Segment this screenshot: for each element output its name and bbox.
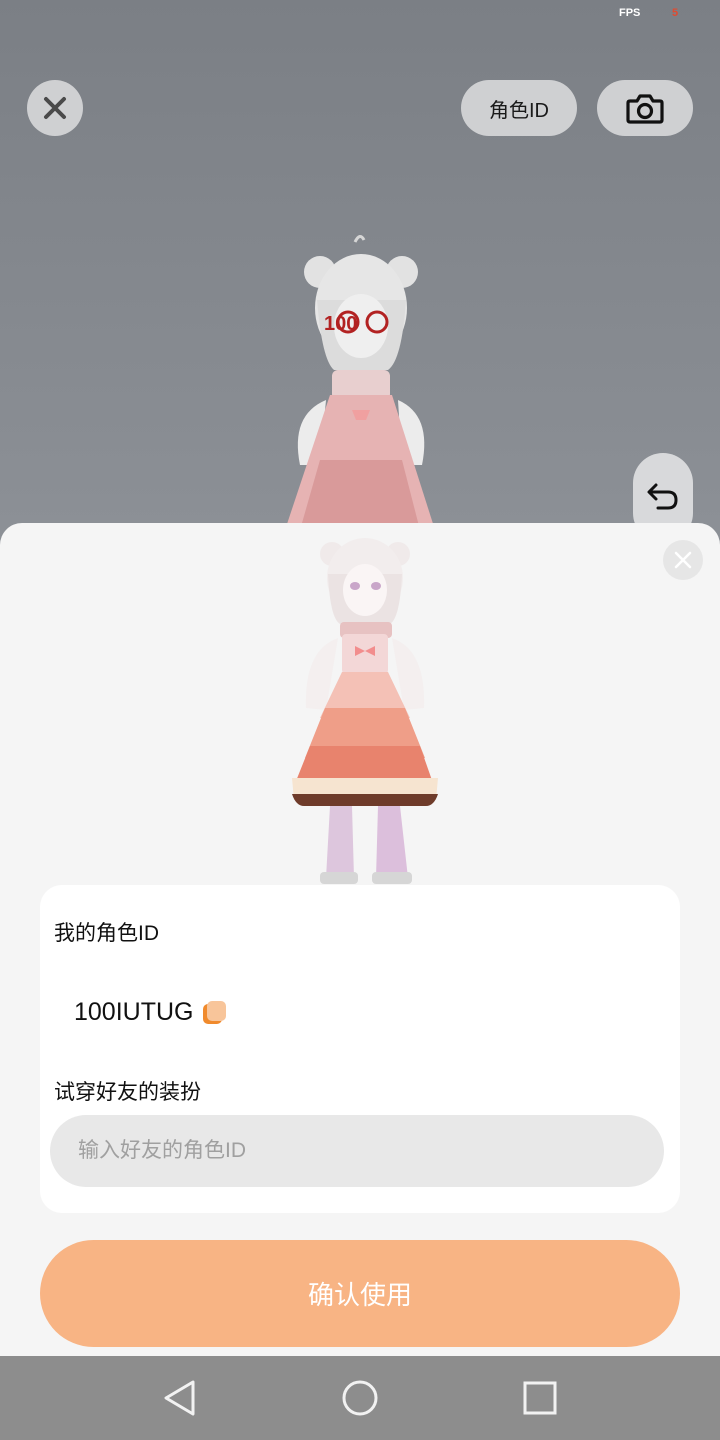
- undo-icon: [647, 483, 678, 510]
- nav-home-button[interactable]: [338, 1376, 382, 1420]
- sheet-close-button[interactable]: [663, 540, 703, 580]
- my-role-id-value: 100IUTUG: [74, 998, 194, 1026]
- friend-role-id-input[interactable]: [50, 1115, 664, 1187]
- copy-icon[interactable]: [203, 1000, 227, 1025]
- role-id-button[interactable]: 角色ID: [461, 80, 577, 136]
- nav-back-button[interactable]: [158, 1376, 202, 1420]
- square-recent-icon: [523, 1381, 557, 1415]
- camera-button[interactable]: [597, 80, 693, 136]
- close-icon: [44, 97, 66, 119]
- role-id-button-label: 角色ID: [489, 99, 549, 122]
- nav-recent-button[interactable]: [518, 1376, 562, 1420]
- confirm-button-label: 确认使用: [307, 1280, 412, 1310]
- system-nav-bar: [0, 1356, 720, 1440]
- circle-home-icon: [342, 1380, 378, 1416]
- my-role-id-label: 我的角色ID: [54, 922, 159, 945]
- avatar-preview: [292, 538, 438, 884]
- fps-value: 5: [672, 7, 679, 19]
- confirm-button[interactable]: 确认使用: [40, 1240, 680, 1347]
- triangle-back-icon: [164, 1380, 195, 1416]
- my-role-id-row: 100IUTUG: [74, 998, 227, 1027]
- scene-character: 100: [285, 235, 435, 530]
- camera-icon: [626, 94, 664, 124]
- close-icon: [674, 551, 692, 569]
- glasses-watermark: 100: [324, 313, 357, 335]
- close-button[interactable]: [27, 80, 83, 136]
- fps-label: FPS: [619, 7, 641, 19]
- try-on-label: 试穿好友的装扮: [54, 1081, 201, 1104]
